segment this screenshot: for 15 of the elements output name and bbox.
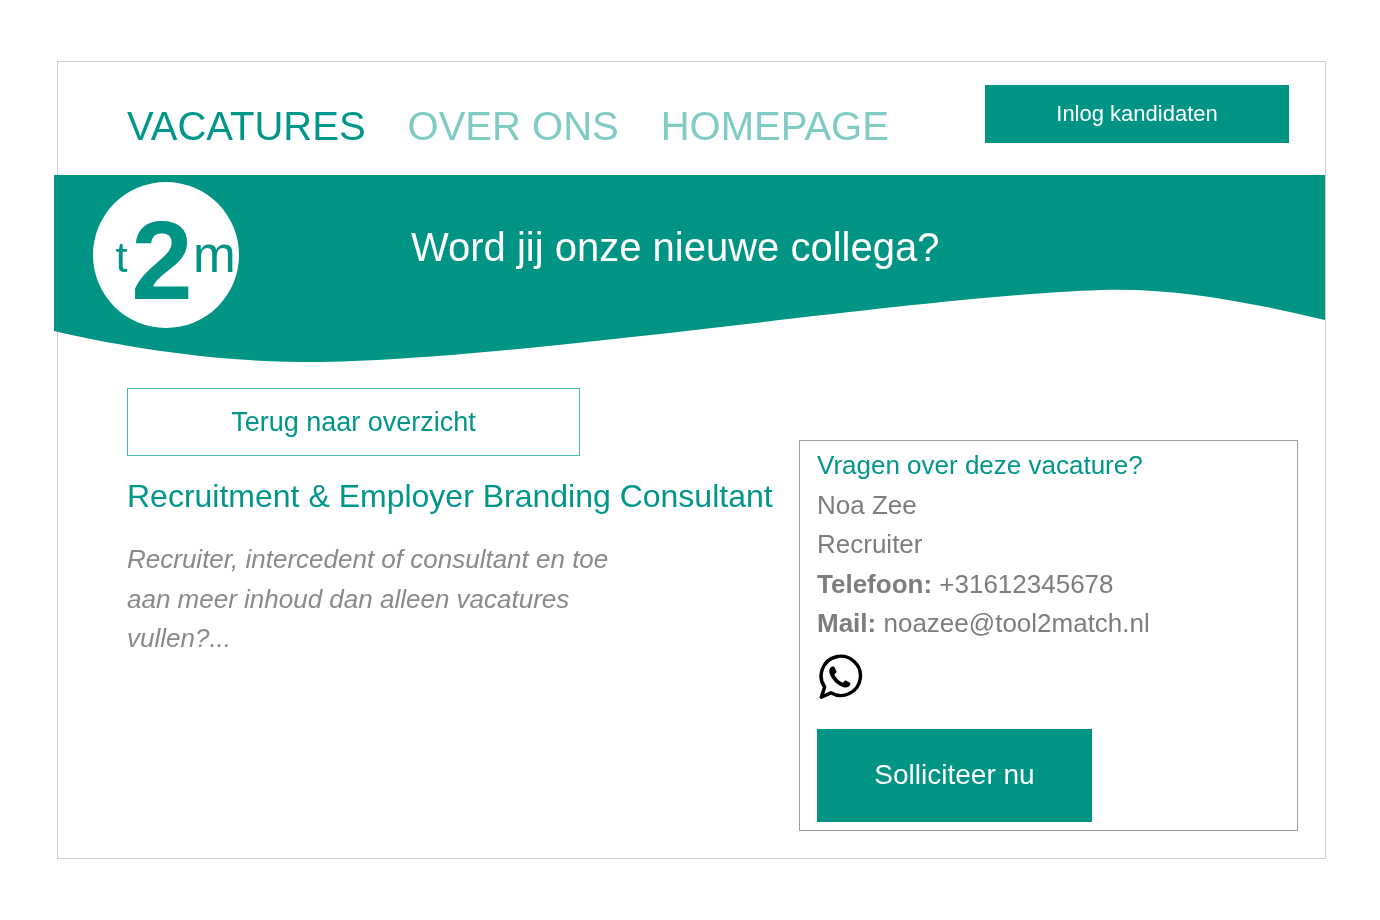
contact-name: Noa Zee [817, 488, 918, 522]
job-summary: Recruiter, intercedent of consultant en toe aan meer inhoud dan alleen vacatures vullen?... [127, 543, 610, 655]
contact-heading: Vragen over deze vacature? [817, 449, 1144, 482]
contact-detail: Mail: noazee@tool2match.nl [817, 607, 1151, 640]
job-title: Recruitment & Employer Branding Consultant [127, 477, 774, 516]
login-button[interactable]: Inlog kandidaten [985, 85, 1289, 143]
nav-link[interactable]: VACATURES [127, 102, 366, 149]
chat-phone-icon[interactable] [817, 653, 863, 700]
nav-link[interactable]: HOMEPAGE [660, 102, 889, 149]
nav-link[interactable]: OVER ONS [407, 102, 619, 149]
banner-title: Word jij onze nieuwe collega? [411, 224, 940, 271]
contact-role: Recruiter [817, 528, 924, 561]
back-button[interactable]: Terug naar overzicht [127, 388, 580, 456]
contact-detail: Telefoon: +31612345678 [817, 567, 1115, 601]
apply-button[interactable]: Solliciteer nu [817, 728, 1092, 822]
